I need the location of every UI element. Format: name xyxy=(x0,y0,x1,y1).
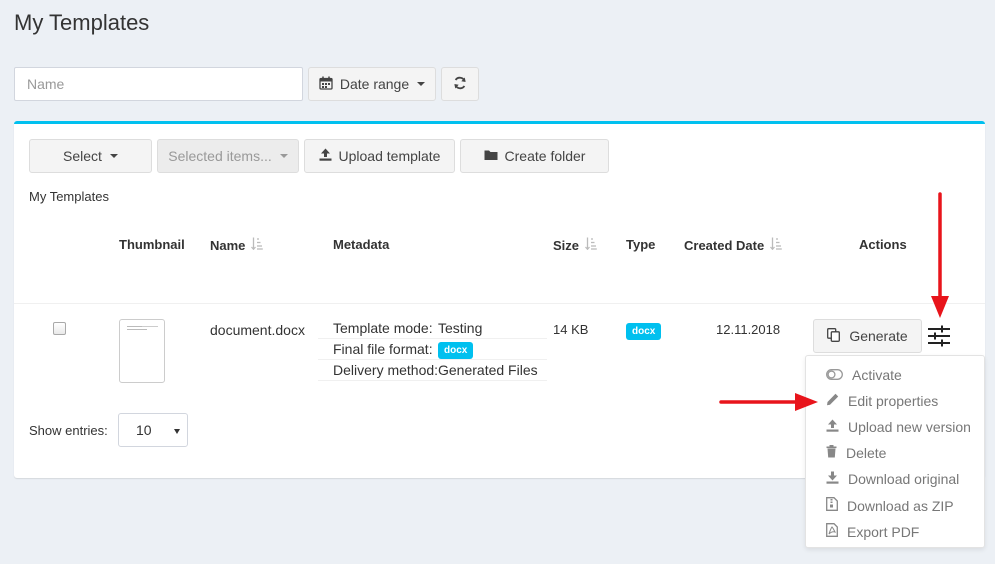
trash-icon xyxy=(826,445,837,461)
column-header-type: Type xyxy=(626,237,656,252)
chevron-down-icon xyxy=(174,429,180,434)
menu-item-label: Download original xyxy=(848,471,960,487)
column-header-metadata: Metadata xyxy=(333,237,390,252)
metadata-key: Delivery method: xyxy=(333,362,439,378)
file-size: 14 KB xyxy=(553,322,589,337)
column-header-name[interactable]: Name xyxy=(210,237,264,253)
page-title: My Templates xyxy=(14,10,150,35)
breadcrumb: My Templates xyxy=(29,189,109,204)
selected-items-button[interactable]: Selected items... xyxy=(157,139,299,173)
sliders-icon[interactable] xyxy=(928,325,950,347)
zip-file-icon xyxy=(826,497,838,514)
format-badge: docx xyxy=(438,341,474,359)
created-date: 12.11.2018 xyxy=(716,322,781,337)
column-header-size[interactable]: Size xyxy=(553,237,597,253)
generate-label: Generate xyxy=(849,328,908,344)
menu-item-upload-new-version[interactable]: Upload new version xyxy=(826,419,971,435)
row-divider xyxy=(14,303,985,304)
create-folder-button[interactable]: Create folder xyxy=(460,139,609,173)
selected-items-label: Selected items... xyxy=(168,148,272,164)
menu-item-label: Delete xyxy=(846,445,887,461)
show-entries-label: Show entries: xyxy=(29,423,108,438)
name-filter-input[interactable] xyxy=(14,67,303,101)
pdf-file-icon xyxy=(826,523,838,540)
menu-item-export-pdf[interactable]: Export PDF xyxy=(826,523,919,540)
entries-per-page-select[interactable]: 10 xyxy=(118,413,188,447)
column-header-thumbnail: Thumbnail xyxy=(119,237,185,252)
menu-item-download-zip[interactable]: Download as ZIP xyxy=(826,497,954,514)
metadata-row-final-format: Final file format: docx xyxy=(318,339,547,360)
download-icon xyxy=(826,471,839,487)
metadata-value: Testing xyxy=(438,320,483,336)
template-name[interactable]: document.docx xyxy=(210,322,305,338)
menu-item-label: Export PDF xyxy=(847,523,920,540)
pencil-icon xyxy=(826,393,839,409)
actions-dropdown-menu: Activate Edit properties Upload new vers… xyxy=(805,355,985,548)
toggle-icon xyxy=(826,367,843,383)
menu-item-edit-properties[interactable]: Edit properties xyxy=(826,393,938,409)
refresh-button[interactable] xyxy=(441,67,479,101)
row-checkbox[interactable] xyxy=(53,322,66,335)
upload-template-button[interactable]: Upload template xyxy=(304,139,455,173)
select-dropdown-button[interactable]: Select xyxy=(29,139,152,173)
menu-item-label: Activate xyxy=(852,367,902,383)
metadata-key: Template mode: xyxy=(333,320,433,336)
create-folder-label: Create folder xyxy=(504,148,586,164)
chevron-down-icon xyxy=(417,82,426,86)
date-range-button[interactable]: Date range xyxy=(308,67,436,101)
menu-item-label: Download as ZIP xyxy=(847,497,954,514)
date-range-label: Date range xyxy=(339,76,410,92)
annotation-arrow-right-icon xyxy=(719,393,818,411)
metadata-row-delivery-method: Delivery method: Generated Files xyxy=(318,360,547,381)
sort-icon xyxy=(770,237,783,253)
type-badge: docx xyxy=(626,323,662,340)
metadata-table: Template mode: Testing Final file format… xyxy=(318,318,547,381)
upload-icon xyxy=(826,419,839,435)
document-thumbnail[interactable] xyxy=(119,319,165,383)
annotation-arrow-down-icon xyxy=(931,192,949,318)
sort-icon xyxy=(251,237,264,253)
menu-item-delete[interactable]: Delete xyxy=(826,445,886,461)
generate-button[interactable]: Generate xyxy=(813,319,922,353)
chevron-down-icon xyxy=(279,154,288,158)
folder-icon xyxy=(484,148,498,164)
column-header-created-date[interactable]: Created Date xyxy=(684,237,783,253)
copy-icon xyxy=(827,327,841,345)
select-label: Select xyxy=(63,148,102,164)
upload-template-label: Upload template xyxy=(338,148,441,164)
entries-value: 10 xyxy=(136,422,152,438)
refresh-icon xyxy=(453,76,467,93)
sort-icon xyxy=(585,237,597,253)
metadata-row-template-mode: Template mode: Testing xyxy=(318,318,547,339)
calendar-icon xyxy=(319,76,333,93)
metadata-value: Generated Files xyxy=(438,362,538,378)
chevron-down-icon xyxy=(109,154,118,158)
menu-item-download-original[interactable]: Download original xyxy=(826,471,959,487)
menu-item-activate[interactable]: Activate xyxy=(826,367,902,383)
menu-item-label: Upload new version xyxy=(848,419,971,435)
column-header-actions: Actions xyxy=(859,237,907,252)
upload-icon xyxy=(319,148,332,164)
metadata-key: Final file format: xyxy=(333,341,433,357)
menu-item-label: Edit properties xyxy=(848,393,939,409)
